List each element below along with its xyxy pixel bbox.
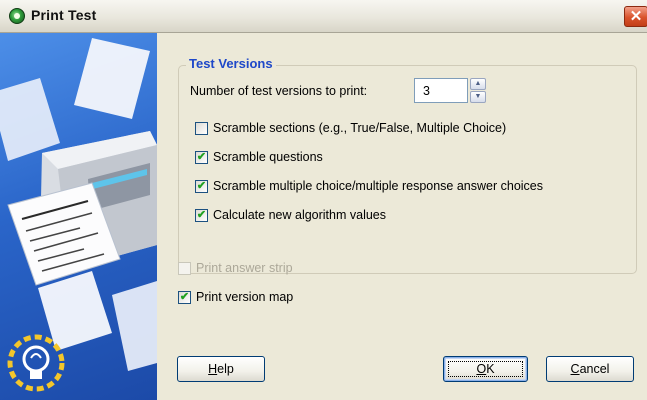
print-test-dialog: Print Test ✕ Test Versions Number of tes… bbox=[0, 0, 647, 400]
dialog-content: Test Versions Number of test versions to… bbox=[157, 33, 647, 400]
option-label: Scramble multiple choice/multiple respon… bbox=[213, 179, 544, 193]
option-label: Scramble questions bbox=[213, 150, 323, 164]
checkbox-print-answer-strip bbox=[178, 262, 191, 275]
version-count-label: Number of test versions to print: bbox=[190, 84, 368, 98]
checkbox-scramble-answer-choices[interactable]: ✔ bbox=[195, 180, 208, 193]
ok-button[interactable]: OK bbox=[443, 356, 528, 382]
title-bar[interactable]: Print Test ✕ bbox=[0, 0, 647, 33]
help-button[interactable]: Help bbox=[177, 356, 265, 382]
window-title: Print Test bbox=[31, 7, 97, 23]
version-count-input[interactable] bbox=[414, 78, 468, 103]
close-button[interactable]: ✕ bbox=[624, 6, 647, 27]
checkbox-calculate-algorithm[interactable]: ✔ bbox=[195, 209, 208, 222]
printer-illustration-panel bbox=[0, 33, 157, 400]
checkbox-scramble-questions[interactable]: ✔ bbox=[195, 151, 208, 164]
version-count-spinner: ▲ ▼ bbox=[470, 78, 486, 103]
option-label: Calculate new algorithm values bbox=[213, 208, 387, 222]
ok-button-label: OK bbox=[476, 362, 495, 376]
cancel-button[interactable]: Cancel bbox=[546, 356, 634, 382]
printer-illustration bbox=[0, 38, 157, 392]
app-icon bbox=[9, 8, 25, 24]
cancel-button-label: Cancel bbox=[570, 362, 610, 376]
option-label: Print version map bbox=[196, 290, 294, 304]
checkbox-print-version-map[interactable]: ✔ bbox=[178, 291, 191, 304]
checkbox-scramble-sections[interactable] bbox=[195, 122, 208, 135]
option-label: Print answer strip bbox=[196, 261, 293, 275]
option-label: Scramble sections (e.g., True/False, Mul… bbox=[213, 121, 507, 135]
spin-up-icon[interactable]: ▲ bbox=[470, 78, 486, 90]
test-versions-group-title: Test Versions bbox=[186, 56, 276, 71]
spin-down-icon[interactable]: ▼ bbox=[470, 91, 486, 103]
help-button-label: Help bbox=[208, 362, 234, 376]
